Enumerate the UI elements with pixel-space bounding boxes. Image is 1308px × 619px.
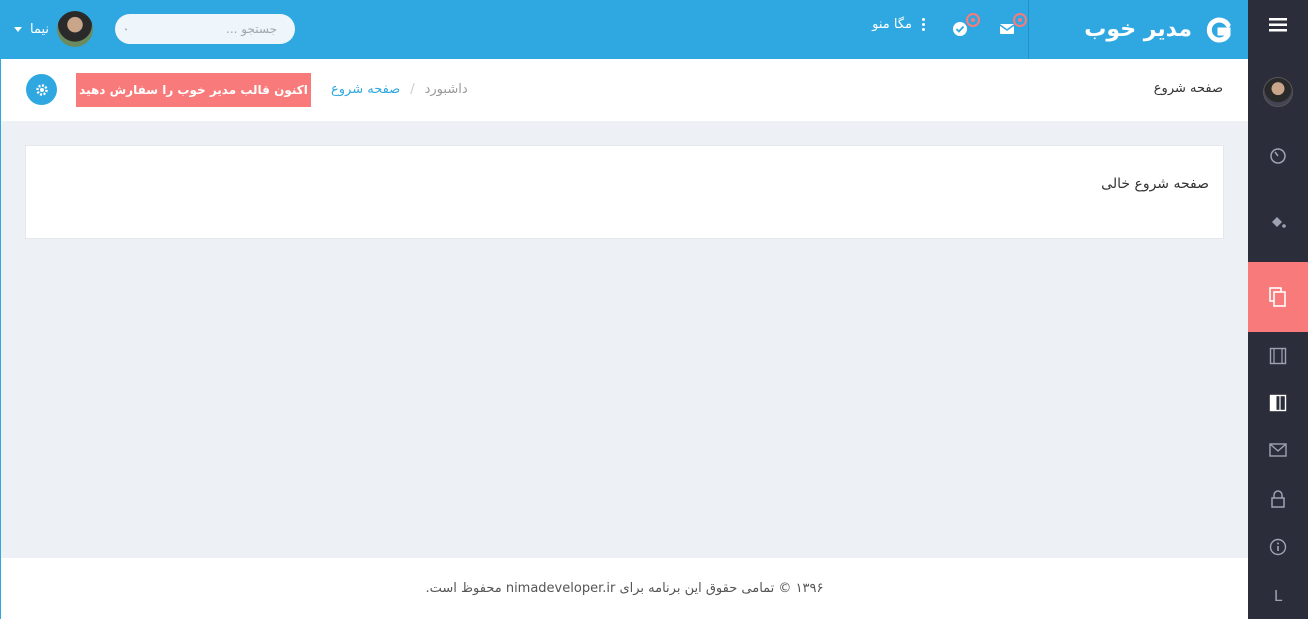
sidebar-item-dashboard[interactable] bbox=[1248, 134, 1308, 178]
sidebar-item-layout[interactable] bbox=[1248, 381, 1308, 425]
sidebar-toggle[interactable] bbox=[1248, 0, 1308, 50]
breadcrumb-current[interactable]: صفحه شروع bbox=[331, 82, 400, 97]
user-menu[interactable]: نیما bbox=[14, 10, 94, 48]
sidebar-item-pages[interactable] bbox=[1248, 262, 1308, 332]
notification-dot bbox=[1013, 13, 1027, 27]
page-header: صفحه شروع داشبورد / صفحه شروع اکنون قالب… bbox=[1, 59, 1248, 121]
dashboard-icon bbox=[1270, 148, 1286, 164]
order-template-button[interactable]: اکنون قالب مدیر خوب را سفارش دهید bbox=[76, 73, 311, 107]
sidebar-item-l[interactable]: L bbox=[1248, 574, 1308, 618]
mega-menu-label: مگا منو bbox=[872, 17, 912, 32]
page-title: صفحه شروع bbox=[1153, 81, 1223, 96]
footer: ۱۳۹۶ © تمامی حقوق این برنامه برای nimade… bbox=[1, 558, 1248, 619]
mail-icon bbox=[999, 24, 1015, 34]
check-circle-icon bbox=[953, 22, 967, 36]
chevron-down-icon bbox=[14, 26, 22, 32]
sidebar-item-info[interactable] bbox=[1248, 525, 1308, 569]
empty-page-text: صفحه شروع خالی bbox=[1101, 176, 1209, 192]
gear-icon bbox=[35, 83, 48, 96]
more-vertical-icon bbox=[922, 18, 925, 31]
sidebar-item-mail[interactable] bbox=[1248, 428, 1308, 472]
copyright-text: ۱۳۹۶ © تمامی حقوق این برنامه برای nimade… bbox=[425, 581, 824, 596]
sidebar-item-themes[interactable] bbox=[1248, 200, 1308, 244]
content-panel: صفحه شروع خالی bbox=[25, 145, 1224, 239]
sidebar: L bbox=[1248, 0, 1308, 619]
brand-name: مدیر خوب bbox=[1084, 17, 1192, 42]
avatar bbox=[1263, 77, 1293, 107]
brand[interactable]: مدیر خوب bbox=[1028, 0, 1248, 59]
letter-l-icon: L bbox=[1273, 587, 1283, 605]
top-navbar: مدیر خوب مگا منو نیما bbox=[0, 0, 1248, 59]
info-icon bbox=[1269, 538, 1287, 556]
search-input[interactable] bbox=[127, 22, 285, 36]
mega-menu-button[interactable]: مگا منو bbox=[872, 17, 925, 32]
breadcrumb-home[interactable]: داشبورد bbox=[425, 82, 468, 97]
avatar bbox=[57, 11, 94, 47]
breadcrumb: داشبورد / صفحه شروع bbox=[331, 82, 468, 97]
breadcrumb-separator: / bbox=[410, 82, 415, 97]
user-name: نیما bbox=[30, 21, 50, 37]
paint-bucket-icon bbox=[1272, 217, 1286, 228]
settings-button[interactable] bbox=[26, 74, 57, 105]
messages-button[interactable] bbox=[999, 13, 1027, 40]
sidebar-item-media[interactable] bbox=[1248, 334, 1308, 378]
mail-icon bbox=[1269, 443, 1287, 457]
sidebar-item-profile[interactable] bbox=[1248, 70, 1308, 114]
search-box bbox=[115, 14, 295, 44]
notification-dot bbox=[966, 13, 980, 27]
film-icon bbox=[1269, 347, 1287, 365]
tasks-button[interactable] bbox=[952, 13, 980, 40]
sidebar-item-lock[interactable] bbox=[1248, 477, 1308, 521]
lock-icon bbox=[1271, 490, 1285, 508]
layout-icon bbox=[1269, 394, 1287, 412]
brand-logo-icon bbox=[1206, 17, 1231, 42]
menu-icon bbox=[1269, 18, 1287, 32]
copy-pages-icon bbox=[1269, 287, 1286, 307]
